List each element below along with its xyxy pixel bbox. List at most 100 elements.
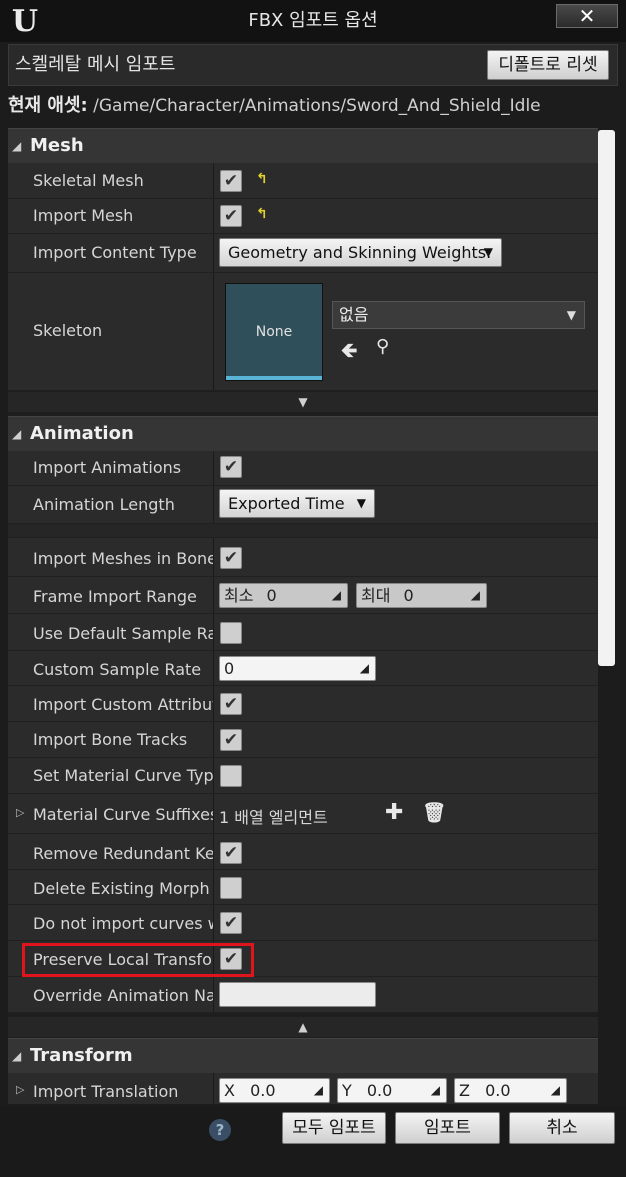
add-element-icon[interactable]: ✚ <box>385 800 403 825</box>
range-max-field[interactable]: 최대 0 ◢ <box>356 583 487 608</box>
close-button[interactable]: ✕ <box>556 4 618 28</box>
column-divider[interactable] <box>213 538 214 576</box>
skeletal-mesh-label: Skeletal Mesh <box>33 171 144 190</box>
skeleton-thumbnail[interactable]: None <box>225 283 323 381</box>
import-translation-label: Import Translation <box>33 1082 179 1101</box>
column-divider[interactable] <box>213 486 214 523</box>
remove-redundant-keys-checkbox[interactable]: ✔ <box>220 842 242 864</box>
column-divider[interactable] <box>213 794 214 833</box>
animation-length-label: Animation Length <box>33 495 175 514</box>
column-divider[interactable] <box>213 1073 214 1104</box>
use-default-sample-rate-label: Use Default Sample Rat <box>33 624 213 643</box>
import-animations-checkbox[interactable]: ✔ <box>220 456 242 478</box>
category-mesh-title: Mesh <box>30 135 84 156</box>
show-advanced-button[interactable]: ▼ <box>8 392 598 412</box>
import-custom-attribute-label: Import Custom Attribute <box>33 695 213 714</box>
expand-arrow-icon[interactable]: ▷ <box>16 1083 24 1096</box>
import-all-button[interactable]: 모두 임포트 <box>282 1112 386 1144</box>
frame-import-range-label: Frame Import Range <box>33 587 197 606</box>
column-divider[interactable] <box>213 163 214 198</box>
search-icon[interactable]: ⚲ <box>376 336 389 357</box>
skeletal-mesh-checkbox[interactable]: ✔ <box>220 170 242 192</box>
translation-y-label: Y <box>342 1081 352 1100</box>
trash-icon[interactable]: 🗑 <box>422 801 446 824</box>
cancel-button[interactable]: 취소 <box>509 1112 615 1144</box>
import-meshes-in-bone-checkbox[interactable]: ✔ <box>220 547 242 569</box>
column-divider[interactable] <box>213 234 214 272</box>
column-divider[interactable] <box>213 758 214 793</box>
drag-handle-icon[interactable]: ◢ <box>551 1079 560 1102</box>
drag-handle-icon[interactable]: ◢ <box>471 584 480 607</box>
import-content-type-combo[interactable]: Geometry and Skinning Weights. ▼ <box>219 238 502 267</box>
import-bone-tracks-checkbox[interactable]: ✔ <box>220 729 242 751</box>
column-divider[interactable] <box>213 905 214 940</box>
highlight-box <box>22 943 254 977</box>
column-divider[interactable] <box>213 870 214 904</box>
translation-z-value: 0.0 <box>485 1081 511 1100</box>
reset-arrow-icon[interactable]: ↰ <box>256 171 268 187</box>
footer-bar: ? 모두 임포트 임포트 취소 <box>0 1106 626 1177</box>
range-min-field[interactable]: 최소 0 ◢ <box>219 583 348 608</box>
column-divider[interactable] <box>213 686 214 721</box>
drag-handle-icon[interactable]: ◢ <box>431 1079 440 1102</box>
category-transform[interactable]: ◢ Transform <box>8 1038 598 1073</box>
row-import-animations: Import Animations ✔ <box>8 451 598 486</box>
use-selected-arrow-icon[interactable]: 🡸 <box>341 336 357 370</box>
scrollbar-thumb[interactable] <box>598 130 615 666</box>
row-remove-redundant-keys: Remove Redundant Key ✔ <box>8 834 598 870</box>
row-do-not-import-curves: Do not import curves wi ✔ <box>8 905 598 941</box>
drag-handle-icon[interactable]: ◢ <box>314 1079 323 1102</box>
category-animation[interactable]: ◢ Animation <box>8 416 598 451</box>
skeleton-label: Skeleton <box>33 321 103 340</box>
advanced-separator <box>8 524 598 538</box>
row-set-material-curve-type: Set Material Curve Type <box>8 758 598 794</box>
column-divider[interactable] <box>213 577 214 613</box>
column-divider[interactable] <box>213 834 214 869</box>
column-divider[interactable] <box>213 722 214 757</box>
hide-advanced-button[interactable]: ▲ <box>8 1017 598 1037</box>
column-divider[interactable] <box>213 451 214 485</box>
set-material-curve-type-checkbox[interactable] <box>220 765 242 787</box>
override-animation-name-input[interactable] <box>219 982 376 1007</box>
column-divider[interactable] <box>213 614 214 650</box>
custom-sample-rate-label: Custom Sample Rate <box>33 660 202 679</box>
custom-sample-rate-field[interactable]: 0 ◢ <box>219 656 376 681</box>
set-material-curve-type-label: Set Material Curve Type <box>33 766 213 785</box>
row-import-content-type: Import Content Type Geometry and Skinnin… <box>8 234 598 273</box>
row-custom-sample-rate: Custom Sample Rate 0 ◢ <box>8 651 598 686</box>
translation-z-field[interactable]: Z 0.0 ◢ <box>454 1078 567 1103</box>
import-mesh-checkbox[interactable]: ✔ <box>220 205 242 227</box>
translation-x-label: X <box>224 1081 235 1100</box>
skeleton-thumbnail-text: None <box>255 324 293 340</box>
chevron-down-icon: ▼ <box>483 245 493 259</box>
import-mesh-label: Import Mesh <box>33 206 134 225</box>
expand-arrow-icon[interactable]: ▷ <box>16 806 24 819</box>
row-import-bone-tracks: Import Bone Tracks ✔ <box>8 722 598 758</box>
skeleton-asset-picker[interactable]: 없음 ▼ <box>332 301 585 329</box>
drag-handle-icon[interactable]: ◢ <box>332 584 341 607</box>
translation-y-field[interactable]: Y 0.0 ◢ <box>337 1078 447 1103</box>
import-animations-label: Import Animations <box>33 458 182 477</box>
row-animation-length: Animation Length Exported Time ▼ <box>8 486 598 524</box>
column-divider[interactable] <box>213 273 214 390</box>
column-divider[interactable] <box>213 977 214 1012</box>
reset-arrow-icon[interactable]: ↰ <box>256 206 268 222</box>
delete-existing-morph-checkbox[interactable] <box>220 877 242 899</box>
import-button[interactable]: 임포트 <box>395 1112 500 1144</box>
category-mesh[interactable]: ◢ Mesh <box>8 128 598 163</box>
translation-x-field[interactable]: X 0.0 ◢ <box>219 1078 330 1103</box>
reset-to-default-button[interactable]: 디폴트로 리셋 <box>487 50 609 80</box>
category-animation-title: Animation <box>30 423 134 444</box>
import-content-type-value: Geometry and Skinning Weights. <box>228 243 492 262</box>
column-divider[interactable] <box>213 651 214 685</box>
row-import-translation: ▷ Import Translation X 0.0 ◢ Y 0.0 ◢ Z 0… <box>8 1073 598 1104</box>
do-not-import-curves-checkbox[interactable]: ✔ <box>220 912 242 934</box>
help-icon[interactable]: ? <box>209 1119 231 1141</box>
use-default-sample-rate-checkbox[interactable] <box>220 622 242 644</box>
drag-handle-icon[interactable]: ◢ <box>360 657 369 680</box>
column-divider[interactable] <box>213 199 214 233</box>
import-custom-attribute-checkbox[interactable]: ✔ <box>220 693 242 715</box>
range-min-value: 0 <box>266 586 277 605</box>
animation-length-value: Exported Time <box>228 494 345 513</box>
animation-length-combo[interactable]: Exported Time ▼ <box>219 489 375 518</box>
